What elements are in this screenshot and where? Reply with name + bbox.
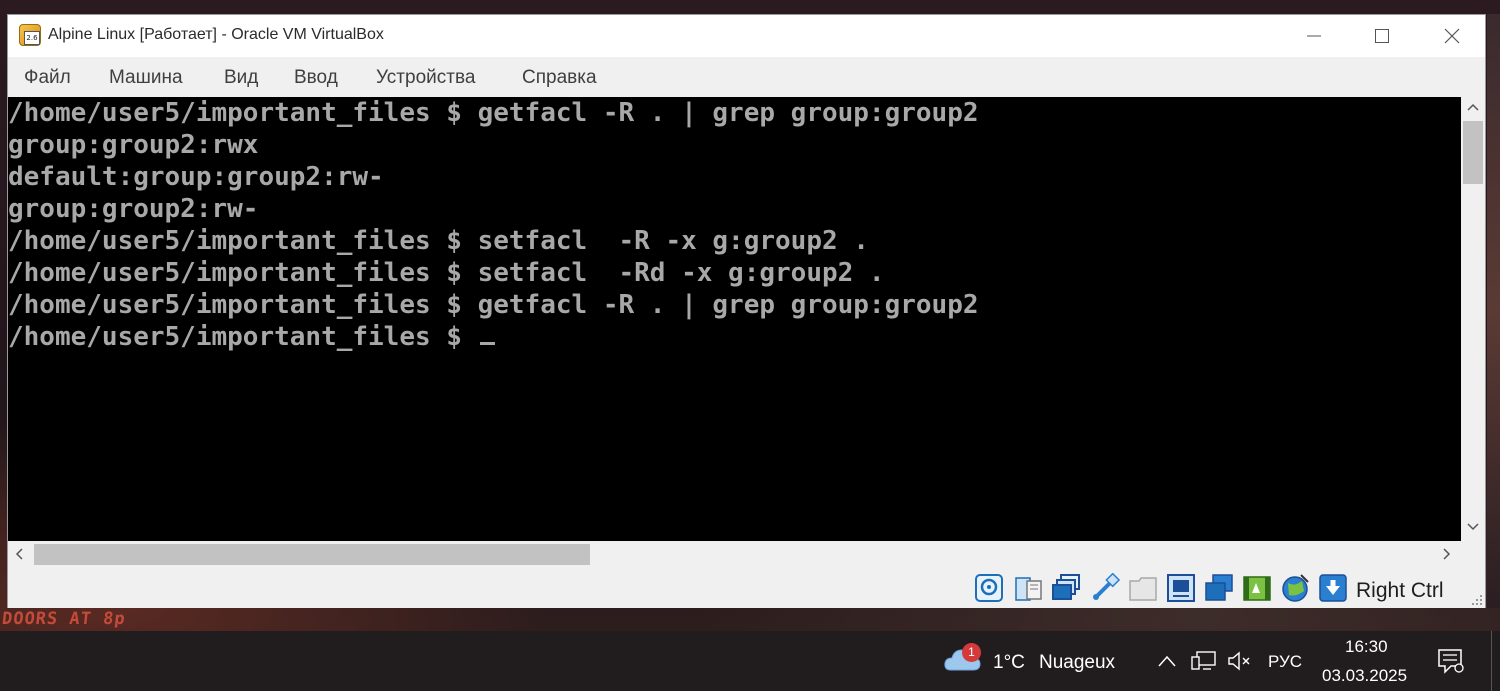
menu-machine[interactable]: Машина — [109, 67, 183, 89]
wallpaper-text: DOORS AT 8p — [0, 609, 127, 629]
scroll-left-icon — [15, 548, 23, 560]
vertical-scrollbar[interactable] — [1461, 97, 1485, 541]
keyboard-capture-icon[interactable] — [1318, 573, 1348, 603]
menu-file[interactable]: Файл — [24, 67, 71, 89]
terminal-line: group:group2:rwx — [8, 130, 259, 160]
weather-temperature[interactable]: 1°C — [993, 652, 1025, 674]
menu-input[interactable]: Ввод — [294, 67, 338, 89]
vertical-scroll-thumb[interactable] — [1463, 121, 1483, 184]
maximize-button[interactable] — [1348, 15, 1416, 57]
close-icon — [1444, 28, 1460, 44]
display-icon[interactable] — [1166, 573, 1196, 603]
terminal-prompt-line: /home/user5/important_files $ — [8, 321, 495, 353]
horizontal-scrollbar[interactable] — [8, 541, 1461, 567]
terminal-line: group:group2:rw- — [8, 194, 259, 224]
window-title: Alpine Linux [Работает] - Oracle VM Virt… — [48, 26, 384, 43]
desktop-edge — [1487, 14, 1500, 608]
shared-folders-icon[interactable] — [1128, 573, 1158, 603]
minimize-icon — [1307, 35, 1321, 37]
network-icon[interactable] — [1051, 573, 1081, 603]
hard-disk-icon[interactable] — [974, 573, 1004, 603]
menu-bar: Файл Машина Вид Ввод Устройства Справка — [8, 57, 1485, 97]
terminal-line: default:group:group2:rw- — [8, 162, 384, 192]
optical-drive-icon[interactable] — [1013, 573, 1043, 603]
weather-notification-badge: 1 — [962, 643, 981, 662]
text-cursor — [479, 342, 495, 345]
scroll-up-icon — [1467, 103, 1479, 111]
terminal-line: /home/user5/important_files $ getfacl -R… — [8, 98, 979, 128]
app-icon-badge: 2.6 — [24, 31, 40, 45]
chevron-up-icon[interactable] — [1157, 654, 1177, 668]
mouse-integration-icon[interactable] — [1280, 573, 1310, 603]
virtualbox-window: 2.6 Alpine Linux [Работает] - Oracle VM … — [7, 14, 1486, 608]
menu-help[interactable]: Справка — [522, 67, 597, 89]
volume-muted-icon[interactable] — [1227, 650, 1253, 672]
host-key-label[interactable]: Right Ctrl — [1356, 579, 1444, 603]
virtualbox-app-icon: 2.6 — [19, 24, 41, 46]
guest-console[interactable]: /home/user5/important_files $ getfacl -R… — [8, 97, 1461, 541]
menu-devices[interactable]: Устройства — [376, 67, 475, 89]
title-bar[interactable]: 2.6 Alpine Linux [Работает] - Oracle VM … — [8, 15, 1485, 57]
scroll-down-icon — [1467, 523, 1479, 531]
show-desktop-button[interactable] — [1491, 631, 1500, 691]
terminal-line: /home/user5/important_files $ setfacl -R… — [8, 258, 885, 288]
clock-date[interactable]: 03.03.2025 — [1322, 666, 1407, 686]
network-status-icon[interactable] — [1191, 650, 1217, 672]
close-button[interactable] — [1418, 15, 1486, 57]
guest-additions-icon[interactable] — [1242, 573, 1272, 603]
terminal-line: /home/user5/important_files $ setfacl -R… — [8, 226, 869, 256]
terminal-prompt: /home/user5/important_files $ — [8, 322, 478, 352]
weather-description[interactable]: Nuageux — [1039, 652, 1115, 674]
terminal-line: /home/user5/important_files $ getfacl -R… — [8, 290, 979, 320]
menu-view[interactable]: Вид — [224, 67, 258, 89]
scroll-right-icon — [1443, 548, 1451, 560]
horizontal-scroll-thumb[interactable] — [34, 544, 590, 565]
clock-time[interactable]: 16:30 — [1345, 637, 1388, 657]
status-bar: Right Ctrl — [8, 567, 1485, 608]
minimize-button[interactable] — [1280, 15, 1348, 57]
notifications-icon[interactable] — [1437, 648, 1465, 674]
language-indicator[interactable]: РУС — [1268, 652, 1302, 672]
resize-grip-icon[interactable] — [1471, 594, 1483, 606]
video-capture-icon[interactable] — [1204, 573, 1234, 603]
maximize-icon — [1375, 29, 1389, 43]
usb-icon[interactable] — [1090, 573, 1120, 603]
